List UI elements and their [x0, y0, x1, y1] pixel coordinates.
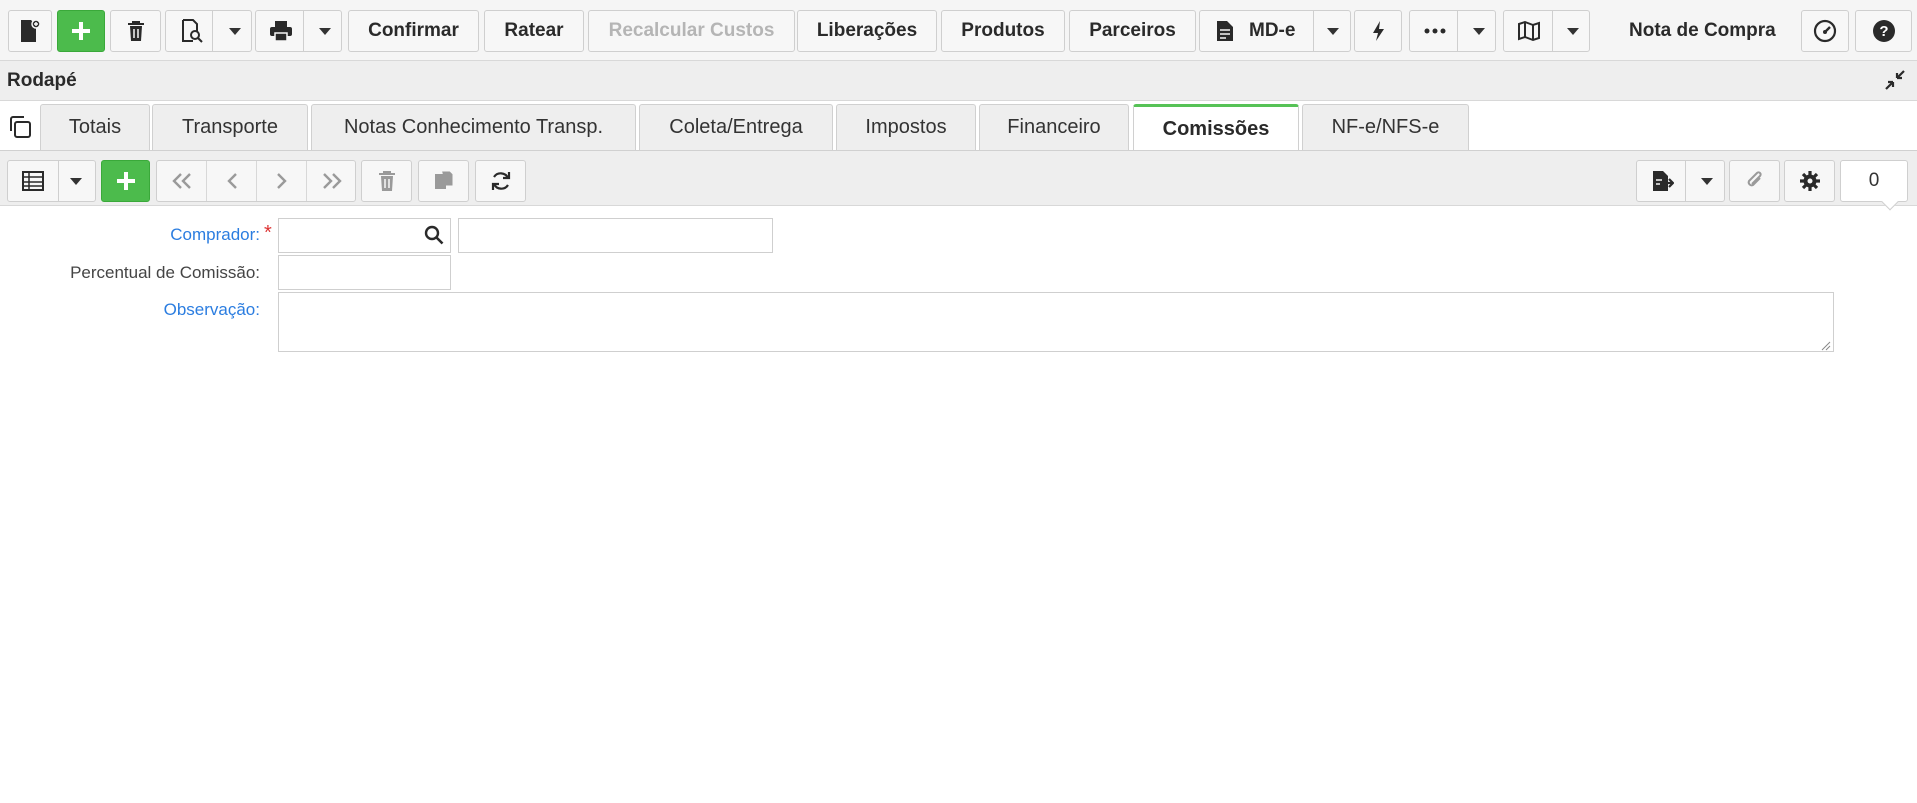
tab-totais[interactable]: Totais [40, 104, 150, 150]
comprador-label: Comprador: [170, 225, 260, 244]
last-record-button[interactable] [307, 161, 357, 201]
double-chevron-left-icon [172, 173, 191, 189]
next-record-button[interactable] [257, 161, 307, 201]
tab-comissoes[interactable]: Comissões [1133, 104, 1299, 151]
new-document-button[interactable] [8, 10, 52, 52]
settings-button[interactable] [1784, 160, 1835, 202]
trash-icon [127, 21, 144, 41]
chevron-down-icon [1567, 27, 1579, 35]
mde-label: MD-e [1249, 20, 1296, 41]
dashboard-button[interactable] [1801, 10, 1849, 52]
chevron-down-icon [229, 27, 241, 35]
chevron-down-icon [70, 177, 82, 185]
mde-button[interactable]: MD-e [1199, 10, 1351, 52]
map-button[interactable] [1503, 10, 1590, 52]
document-icon [1217, 21, 1233, 41]
previous-record-button[interactable] [207, 161, 257, 201]
record-navigation [156, 160, 356, 202]
confirmar-button[interactable]: Confirmar [348, 10, 479, 52]
resize-grip-icon [1821, 341, 1831, 351]
main-toolbar: Confirmar Ratear Recalcular Custos Liber… [0, 0, 1917, 60]
chevron-down-icon [1327, 27, 1339, 35]
tab-bar: Totais Transporte Notas Conhecimento Tra… [0, 101, 1917, 151]
quick-action-button[interactable] [1354, 10, 1402, 52]
section-title: Rodapé [7, 70, 77, 91]
copy-icon [10, 116, 31, 138]
tab-nfe-nfse[interactable]: NF-e/NFS-e [1302, 104, 1469, 150]
ellipsis-icon [1424, 28, 1446, 34]
copy-icon [434, 170, 453, 189]
paperclip-icon [1747, 171, 1762, 187]
delete-button[interactable] [110, 10, 161, 52]
attachments-button[interactable] [1729, 160, 1780, 202]
add-record-button[interactable] [101, 160, 150, 202]
printer-icon [270, 21, 292, 42]
comprador-search-button[interactable] [424, 225, 444, 250]
double-chevron-right-icon [323, 173, 342, 189]
grid-toolbar: 0 [0, 150, 1917, 211]
chevron-down-icon [1701, 177, 1713, 185]
gear-icon [1799, 171, 1820, 191]
chevron-down-icon [1473, 27, 1485, 35]
produtos-button[interactable]: Produtos [941, 10, 1065, 52]
first-record-button[interactable] [157, 161, 207, 201]
help-button[interactable]: ? [1855, 10, 1912, 52]
search-records-button[interactable] [165, 10, 252, 52]
duplicate-view-button[interactable] [8, 115, 32, 144]
chevron-left-icon [227, 173, 237, 189]
svg-text:?: ? [1879, 23, 1888, 40]
tab-financeiro[interactable]: Financeiro [979, 104, 1129, 150]
comprador-description-input[interactable] [458, 218, 773, 253]
trash-icon [378, 171, 395, 191]
percentual-label: Percentual de Comissão: [70, 263, 260, 282]
collapse-button[interactable] [1885, 70, 1905, 95]
export-button[interactable] [1636, 160, 1725, 202]
tab-impostos[interactable]: Impostos [836, 104, 976, 150]
refresh-button[interactable] [475, 160, 526, 202]
observacao-label: Observação: [163, 300, 260, 319]
new-document-icon [21, 19, 41, 42]
parceiros-button[interactable]: Parceiros [1069, 10, 1196, 52]
add-button[interactable] [57, 10, 105, 52]
percentual-input[interactable] [278, 255, 451, 290]
section-header: Rodapé [0, 60, 1917, 101]
observacao-textarea[interactable] [278, 292, 1834, 352]
resize-handle[interactable] [1820, 338, 1831, 356]
print-button[interactable] [255, 10, 342, 52]
tab-coleta-entrega[interactable]: Coleta/Entrega [639, 104, 833, 150]
plus-icon [116, 172, 135, 190]
more-options-button[interactable] [1409, 10, 1496, 52]
delete-record-button[interactable] [361, 160, 412, 202]
tab-transporte[interactable]: Transporte [152, 104, 308, 150]
map-icon [1518, 20, 1540, 42]
record-count: 0 [1840, 160, 1908, 202]
screen-title: Nota de Compra [1629, 20, 1776, 41]
table-icon [22, 171, 44, 191]
duplicate-record-button[interactable] [418, 160, 469, 202]
view-mode-button[interactable] [7, 160, 96, 202]
recalcular-custos-button[interactable]: Recalcular Custos [588, 10, 795, 52]
file-export-icon [1653, 171, 1674, 191]
ratear-button[interactable]: Ratear [484, 10, 584, 52]
document-search-icon [182, 19, 203, 43]
required-marker: * [264, 222, 272, 244]
refresh-icon [491, 172, 510, 190]
chevron-down-icon [319, 27, 331, 35]
lightning-icon [1373, 21, 1384, 41]
plus-icon [72, 22, 90, 40]
compress-icon [1885, 70, 1905, 90]
liberacoes-button[interactable]: Liberações [797, 10, 937, 52]
help-icon: ? [1872, 20, 1895, 42]
tab-notas-conhecimento[interactable]: Notas Conhecimento Transp. [311, 104, 636, 150]
speedometer-icon [1813, 19, 1837, 43]
chevron-right-icon [277, 173, 287, 189]
search-icon [424, 225, 444, 245]
